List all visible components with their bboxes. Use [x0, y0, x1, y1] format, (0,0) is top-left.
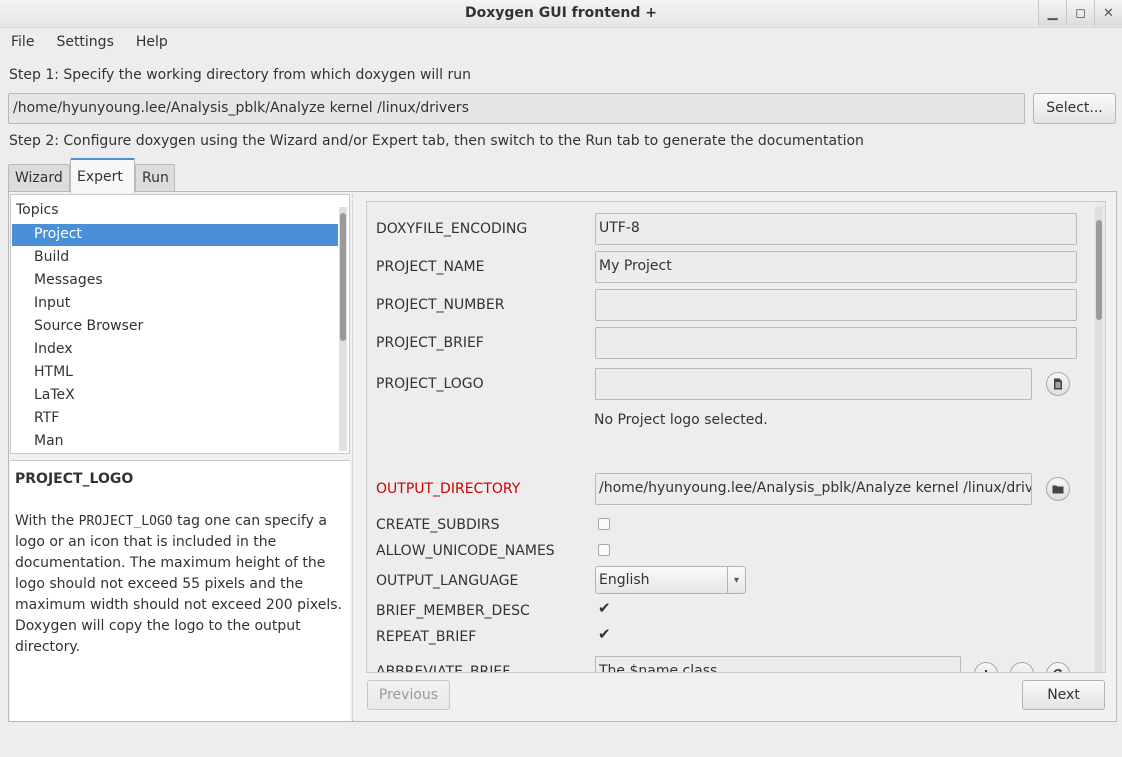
- create-subdirs-label: CREATE_SUBDIRS: [376, 517, 500, 533]
- checkmark-icon: ✔: [598, 625, 611, 643]
- minus-icon: [1017, 669, 1027, 673]
- chevron-down-icon: ▾: [727, 567, 745, 593]
- description-title: PROJECT_LOGO: [15, 471, 134, 487]
- browse-logo-button[interactable]: [1046, 372, 1070, 396]
- project-logo-note: No Project logo selected.: [594, 412, 768, 428]
- description-panel: PROJECT_LOGO With the PROJECT_LOGO tag o…: [10, 460, 350, 721]
- topics-list: Topics Project Build Messages Input Sour…: [10, 194, 350, 454]
- project-name-input[interactable]: My Project: [595, 251, 1077, 283]
- menu-bar: File Settings Help: [0, 30, 179, 56]
- browse-output-dir-button[interactable]: [1046, 477, 1070, 501]
- tab-wizard[interactable]: Wizard: [8, 164, 70, 192]
- output-language-label: OUTPUT_LANGUAGE: [376, 573, 519, 589]
- abbreviate-brief-input[interactable]: The $name class: [595, 656, 961, 672]
- maximize-icon: ◻: [1075, 5, 1086, 21]
- panel-splitter[interactable]: [352, 194, 356, 721]
- output-directory-label: OUTPUT_DIRECTORY: [376, 481, 521, 497]
- topic-item-latex[interactable]: LaTeX: [12, 385, 338, 407]
- settings-form: DOXYFILE_ENCODING UTF-8 PROJECT_NAME My …: [366, 201, 1106, 673]
- working-directory-field[interactable]: /home/hyunyoung.lee/Analysis_pblk/Analyz…: [8, 93, 1025, 124]
- allow-unicode-names-label: ALLOW_UNICODE_NAMES: [376, 543, 555, 559]
- doxyfile-encoding-input[interactable]: UTF-8: [595, 213, 1077, 245]
- step2-label: Step 2: Configure doxygen using the Wiza…: [9, 133, 864, 149]
- maximize-button[interactable]: ◻: [1066, 0, 1094, 26]
- project-logo-label: PROJECT_LOGO: [376, 376, 484, 392]
- topic-item-input[interactable]: Input: [12, 293, 338, 315]
- minimize-button[interactable]: ▁: [1038, 0, 1066, 26]
- output-language-value: English: [599, 572, 650, 588]
- previous-button[interactable]: Previous: [367, 680, 450, 710]
- brief-member-desc-label: BRIEF_MEMBER_DESC: [376, 603, 530, 619]
- step1-label: Step 1: Specify the working directory fr…: [9, 67, 472, 83]
- topic-item-html[interactable]: HTML: [12, 362, 338, 384]
- topics-scrollbar[interactable]: [339, 207, 347, 451]
- plus-icon: [985, 670, 987, 672]
- form-scrollbar[interactable]: [1095, 206, 1103, 672]
- project-brief-label: PROJECT_BRIEF: [376, 335, 484, 351]
- output-language-select[interactable]: English ▾: [595, 566, 746, 594]
- brief-member-desc-checkbox[interactable]: ✔: [598, 599, 611, 617]
- project-brief-input[interactable]: [595, 327, 1077, 359]
- checkmark-icon: ✔: [598, 599, 611, 617]
- select-directory-button[interactable]: Select...: [1033, 93, 1116, 124]
- topic-item-rtf[interactable]: RTF: [12, 408, 338, 430]
- menu-help[interactable]: Help: [125, 30, 179, 56]
- project-number-label: PROJECT_NUMBER: [376, 297, 505, 313]
- menu-settings[interactable]: Settings: [45, 30, 124, 56]
- tab-run[interactable]: Run: [135, 164, 175, 192]
- topic-item-man[interactable]: Man: [12, 431, 338, 453]
- add-entry-button[interactable]: [974, 662, 998, 672]
- topic-item-build[interactable]: Build: [12, 247, 338, 269]
- output-directory-input[interactable]: /home/hyunyoung.lee/Analysis_pblk/Analyz…: [595, 473, 1032, 505]
- repeat-brief-label: REPEAT_BRIEF: [376, 629, 477, 645]
- topic-item-index[interactable]: Index: [12, 339, 338, 361]
- folder-icon: [1052, 485, 1064, 494]
- project-logo-input[interactable]: [595, 368, 1032, 400]
- close-button[interactable]: ✕: [1094, 0, 1122, 26]
- next-button[interactable]: Next: [1022, 680, 1105, 710]
- project-number-input[interactable]: [595, 289, 1077, 321]
- topics-scrollbar-thumb[interactable]: [340, 213, 346, 341]
- tab-expert[interactable]: Expert: [70, 158, 135, 193]
- description-tag: PROJECT_LOGO: [78, 514, 173, 529]
- topic-item-source-browser[interactable]: Source Browser: [12, 316, 338, 338]
- window-title: Doxygen GUI frontend +: [464, 5, 658, 21]
- create-subdirs-checkbox[interactable]: [598, 518, 610, 530]
- refresh-icon: [1053, 669, 1062, 672]
- topic-item-messages[interactable]: Messages: [12, 270, 338, 292]
- title-bar: Doxygen GUI frontend + ▁ ◻ ✕: [0, 0, 1122, 28]
- topics-header: Topics: [16, 202, 59, 218]
- close-icon: ✕: [1103, 5, 1114, 21]
- topic-item-project[interactable]: Project: [12, 224, 338, 246]
- form-scrollbar-thumb[interactable]: [1096, 220, 1102, 320]
- minimize-icon: ▁: [1047, 5, 1058, 21]
- description-body: With the PROJECT_LOGO tag one can specif…: [15, 513, 342, 655]
- doxyfile-encoding-label: DOXYFILE_ENCODING: [376, 221, 528, 237]
- project-name-label: PROJECT_NAME: [376, 259, 485, 275]
- remove-entry-button[interactable]: [1010, 662, 1034, 673]
- repeat-brief-checkbox[interactable]: ✔: [598, 625, 611, 643]
- menu-file[interactable]: File: [0, 30, 45, 56]
- window-controls: ▁ ◻ ✕: [1038, 0, 1122, 26]
- allow-unicode-names-checkbox[interactable]: [598, 544, 610, 556]
- file-icon: [1054, 378, 1062, 390]
- abbreviate-brief-label: ABBREVIATE_BRIEF: [376, 664, 511, 673]
- refresh-entry-button[interactable]: [1046, 662, 1070, 672]
